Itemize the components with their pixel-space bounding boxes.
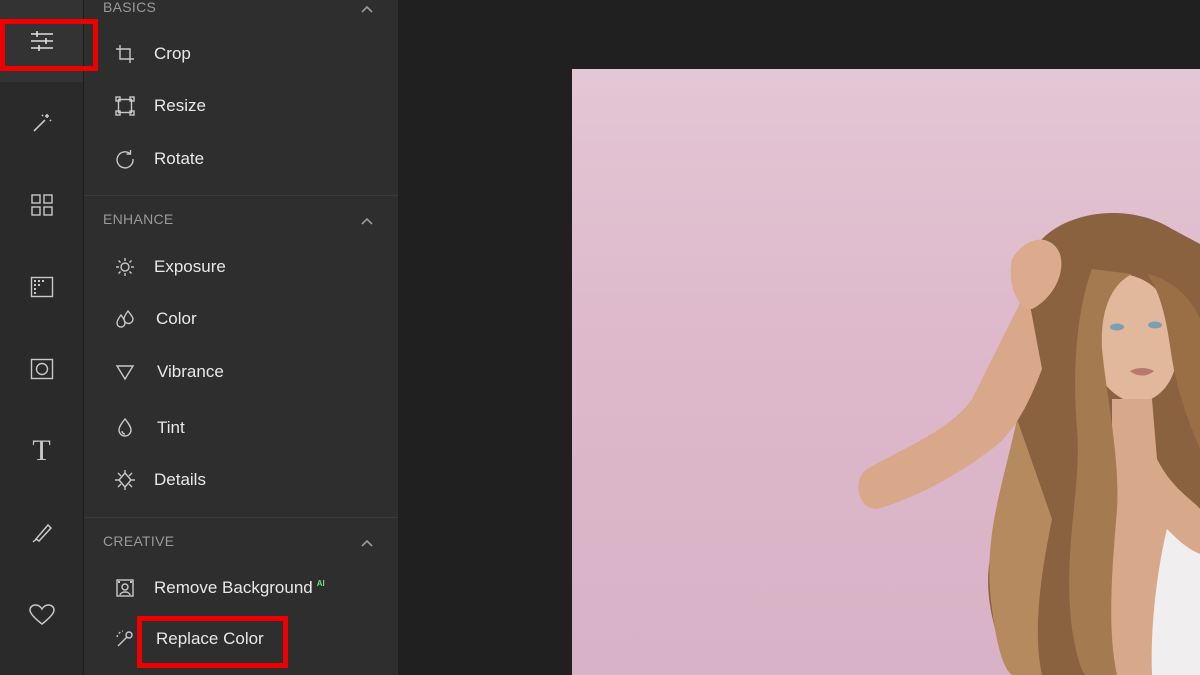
triangle-icon	[114, 361, 136, 383]
tool-crop[interactable]: Crop	[84, 31, 398, 77]
crop-icon	[114, 43, 136, 65]
text-icon: T	[32, 434, 51, 467]
draw-icon	[30, 521, 54, 545]
tool-label: Resize	[154, 96, 206, 115]
tool-label: Crop	[154, 44, 191, 63]
section-header-creative[interactable]: CREATIVE	[84, 526, 398, 556]
tool-label: Color	[156, 309, 197, 328]
tool-replace-color[interactable]: Replace Color	[84, 616, 398, 662]
magic-wand-icon	[31, 112, 53, 134]
chevron-up-icon	[360, 213, 374, 231]
rail-frames[interactable]	[0, 328, 83, 410]
tool-label: Vibrance	[157, 362, 224, 381]
tool-label: Exposure	[154, 257, 226, 276]
tool-label: Replace Color	[156, 629, 264, 648]
section-header-enhance[interactable]: ENHANCE	[84, 204, 398, 234]
heart-icon	[28, 604, 55, 626]
tool-resize[interactable]: Resize	[84, 83, 398, 129]
image-canvas[interactable]	[398, 0, 1200, 675]
editor-app: T BASICS Crop Resize Rotate ENHANCE Expo…	[0, 0, 1200, 675]
section-title-basics: BASICS	[103, 0, 157, 15]
tool-exposure[interactable]: Exposure	[84, 244, 398, 290]
rail-text[interactable]: T	[0, 410, 83, 492]
color-drops-icon	[114, 308, 136, 330]
tool-vibrance[interactable]: Vibrance	[84, 349, 398, 395]
frame-icon	[30, 358, 54, 380]
grid-icon	[30, 193, 54, 217]
section-divider	[84, 195, 398, 196]
tool-tint[interactable]: Tint	[84, 405, 398, 451]
tool-remove-background[interactable]: Remove Background AI	[84, 565, 398, 611]
replace-color-icon	[114, 628, 136, 650]
tool-label: Details	[154, 470, 206, 489]
sun-icon	[114, 256, 136, 278]
details-icon	[114, 469, 136, 491]
rail-textures[interactable]	[0, 246, 83, 328]
drop-icon	[114, 417, 136, 439]
tool-label: Remove Background AI	[154, 578, 325, 598]
section-divider	[84, 517, 398, 518]
rail-favorites[interactable]	[0, 574, 83, 656]
rail-draw[interactable]	[0, 492, 83, 574]
tool-label: Tint	[157, 418, 185, 437]
chevron-up-icon	[360, 535, 374, 553]
remove-background-icon	[114, 577, 136, 599]
rail-effects[interactable]	[0, 82, 83, 164]
chevron-up-icon	[360, 1, 374, 19]
texture-icon	[30, 276, 54, 298]
section-title-creative: CREATIVE	[103, 533, 175, 549]
photo-illustration	[858, 212, 1200, 675]
tool-details[interactable]: Details	[84, 457, 398, 503]
rail-overlays[interactable]	[0, 164, 83, 246]
photo	[572, 69, 1200, 675]
section-header-basics[interactable]: BASICS	[84, 0, 398, 22]
tool-label: Rotate	[154, 149, 205, 168]
tools-panel: BASICS Crop Resize Rotate ENHANCE Exposu…	[84, 0, 398, 675]
section-title-enhance: ENHANCE	[103, 211, 174, 227]
remove-background-label: Remove Background	[154, 578, 313, 597]
adjust-icon	[29, 29, 55, 53]
tool-rotate[interactable]: Rotate	[84, 136, 398, 182]
rotate-icon	[114, 148, 136, 170]
tool-category-rail: T	[0, 0, 84, 675]
ai-badge: AI	[316, 579, 325, 588]
tool-color[interactable]: Color	[84, 296, 398, 342]
rail-adjust[interactable]	[0, 0, 83, 82]
resize-icon	[114, 95, 136, 117]
